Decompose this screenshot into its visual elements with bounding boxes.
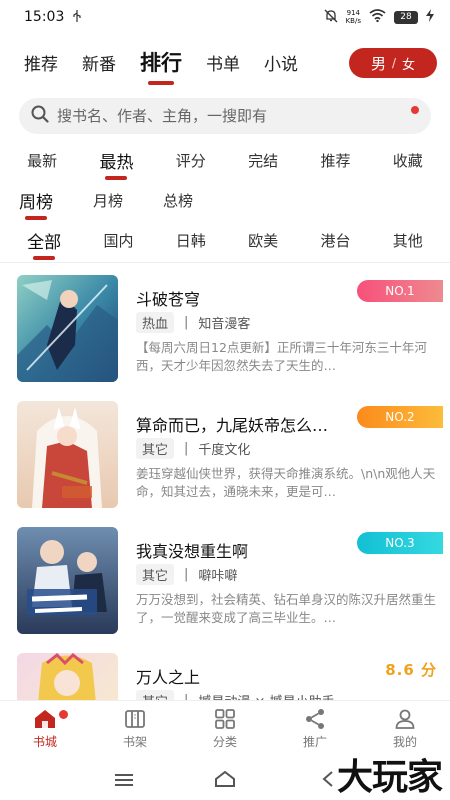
- list-item[interactable]: 斗破苍穹 热血 | 知音漫客 【每周六周日12点更新】正所谓三十年河东三十年河西…: [0, 263, 450, 389]
- book-cover[interactable]: [17, 401, 118, 508]
- net-speed-unit: KB/s: [345, 17, 361, 25]
- book-tags: 其它 | 噼咔噼: [136, 564, 237, 585]
- list-item[interactable]: 我真没想重生啊 其它 | 噼咔噼 万万没想到，社会精英、钻石单身汉的陈汉升居然重…: [0, 515, 450, 641]
- book-title[interactable]: 斗破苍穹: [136, 286, 366, 310]
- nav-bookshelf[interactable]: 书架: [90, 701, 180, 756]
- recent-apps-icon[interactable]: [115, 774, 133, 786]
- book-title[interactable]: 算命而已，九尾妖帝怎么…: [136, 412, 366, 436]
- watermark-logo: 大玩家: [336, 756, 443, 798]
- book-description: 姜珏穿越仙侠世界，获得天命推演系统。\n\n观他人天命，知其过去，通晓未来，更是…: [136, 466, 436, 499]
- rank-badge: NO.1: [357, 280, 443, 302]
- filter-other[interactable]: 其他: [393, 230, 423, 251]
- period-filter: 周榜 月榜 总榜: [0, 185, 450, 215]
- book-tags: 其它 | 千度文化: [136, 438, 250, 459]
- rank-badge: NO.2: [357, 406, 443, 428]
- net-speed-value: 914: [346, 9, 360, 17]
- battery-icon: 28: [394, 10, 418, 24]
- share-icon: [306, 709, 324, 729]
- book-author: 知音漫客: [198, 317, 251, 332]
- book-description: 万万没想到，社会精英、钻石单身汉的陈汉升居然重生了，一觉醒来变成了高三毕业生。…: [136, 592, 436, 625]
- genre-tag: 其它: [136, 438, 175, 459]
- nav-label: 书城: [32, 735, 57, 749]
- book-author: 千度文化: [198, 443, 251, 458]
- list-item[interactable]: 万人之上 其它 | 撼星动漫 × 撼星小助手 8.6 分: [0, 641, 450, 700]
- nav-category[interactable]: 分类: [180, 701, 270, 756]
- book-author: 噼咔噼: [198, 569, 238, 584]
- tag-separator: |: [184, 693, 188, 700]
- book-description: 【每周六周日12点更新】正所谓三十年河东三十年河西，天才少年因忽然失去了天生的…: [136, 340, 427, 373]
- search-input[interactable]: [57, 107, 397, 125]
- sort-filter: 最新 最热 评分 完结 推荐 收藏: [0, 145, 450, 175]
- filter-latest[interactable]: 最新: [27, 150, 57, 171]
- genre-tag: 热血: [136, 312, 175, 333]
- charging-icon: [426, 9, 434, 25]
- rating-score: 8.6 分: [385, 661, 437, 679]
- tab-novel[interactable]: 小说: [264, 50, 298, 75]
- usb-icon: [72, 9, 82, 25]
- search-bar[interactable]: [19, 98, 431, 134]
- tag-separator: |: [184, 315, 189, 330]
- mute-icon: [324, 9, 338, 26]
- tag-separator: |: [184, 441, 189, 456]
- filter-all[interactable]: 全部: [27, 228, 61, 253]
- book-cover[interactable]: [17, 527, 118, 634]
- home-icon[interactable]: [214, 770, 236, 788]
- nav-bookstore[interactable]: 书城: [0, 701, 90, 756]
- book-cover[interactable]: [17, 275, 118, 382]
- filter-domestic[interactable]: 国内: [103, 230, 133, 251]
- filter-japan-korea[interactable]: 日韩: [176, 230, 206, 251]
- filter-hk-tw[interactable]: 港台: [320, 230, 350, 251]
- filter-hottest[interactable]: 最热: [99, 148, 133, 173]
- clock: 15:03: [24, 9, 65, 25]
- rank-badge: NO.3: [357, 532, 443, 554]
- genre-tag: 其它: [136, 690, 175, 700]
- filter-weekly[interactable]: 周榜: [19, 188, 53, 213]
- nav-label: 书架: [122, 735, 147, 749]
- profile-icon: [395, 709, 415, 729]
- tab-recommend[interactable]: 推荐: [24, 50, 58, 75]
- gender-female[interactable]: 女: [402, 54, 415, 73]
- filter-overall[interactable]: 总榜: [163, 190, 193, 211]
- search-icon: [31, 105, 49, 127]
- nav-label: 推广: [302, 735, 327, 749]
- gender-toggle[interactable]: 男 / 女: [349, 48, 437, 78]
- category-icon: [215, 709, 235, 729]
- region-filter: 全部 国内 日韩 欧美 港台 其他: [0, 225, 450, 255]
- wifi-icon: [369, 9, 386, 25]
- gender-male[interactable]: 男: [371, 53, 386, 74]
- filter-monthly[interactable]: 月榜: [93, 190, 123, 211]
- genre-tag: 其它: [136, 564, 175, 585]
- book-tags: 热血 | 知音漫客: [136, 312, 250, 333]
- bookshelf-icon: [125, 710, 145, 728]
- filter-rating[interactable]: 评分: [176, 150, 206, 171]
- filter-recommended[interactable]: 推荐: [320, 150, 350, 171]
- filter-western[interactable]: 欧美: [248, 230, 278, 251]
- book-author: 撼星动漫 × 撼星小助手: [198, 691, 334, 700]
- filter-completed[interactable]: 完结: [248, 150, 278, 171]
- filter-favorites[interactable]: 收藏: [393, 150, 423, 171]
- top-nav: 推荐 新番 排行 书单 小说 男 / 女: [0, 40, 450, 84]
- book-title[interactable]: 万人之上: [136, 664, 366, 688]
- nav-label: 分类: [212, 735, 237, 749]
- notification-dot: [411, 106, 419, 114]
- bookstore-icon: [35, 710, 55, 728]
- tab-booklist[interactable]: 书单: [206, 50, 240, 75]
- book-title[interactable]: 我真没想重生啊: [136, 538, 366, 562]
- notification-dot: [59, 710, 68, 719]
- tab-ranking[interactable]: 排行: [140, 47, 182, 77]
- status-bar: 15:03 914 KB/s 28: [0, 0, 450, 34]
- tag-separator: |: [184, 567, 189, 582]
- tab-new[interactable]: 新番: [82, 50, 116, 75]
- status-icons: 914 KB/s 28: [324, 9, 434, 26]
- gender-separator: /: [391, 56, 397, 70]
- ranking-list: 斗破苍穹 热血 | 知音漫客 【每周六周日12点更新】正所谓三十年河东三十年河西…: [0, 263, 450, 700]
- book-tags: 其它 | 撼星动漫 × 撼星小助手: [136, 690, 335, 700]
- net-speed: 914 KB/s: [346, 9, 361, 25]
- book-cover[interactable]: [17, 653, 118, 700]
- list-item[interactable]: 算命而已，九尾妖帝怎么… 其它 | 千度文化 姜珏穿越仙侠世界，获得天命推演系统…: [0, 389, 450, 515]
